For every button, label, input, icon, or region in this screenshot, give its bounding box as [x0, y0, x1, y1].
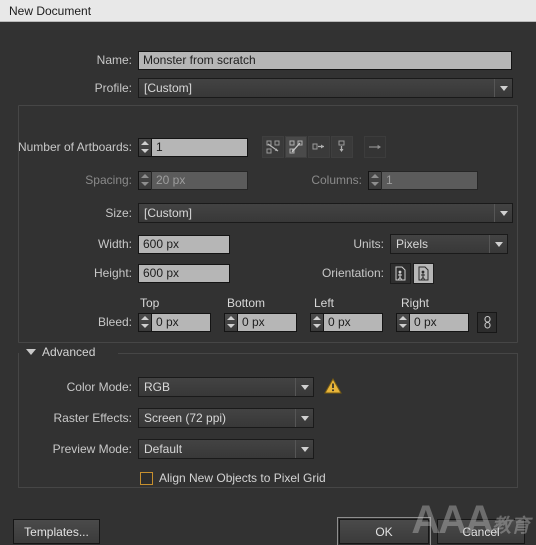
ok-button[interactable]: OK	[337, 517, 431, 545]
grid-by-row-icon[interactable]	[262, 136, 284, 158]
chevron-down-icon	[26, 349, 36, 355]
units-label: Units:	[353, 237, 384, 251]
window-title: New Document	[9, 3, 92, 18]
preview-mode-label: Preview Mode:	[52, 442, 132, 456]
profile-value: [Custom]	[144, 81, 193, 95]
bleed-bottom-label: Bottom	[227, 296, 266, 310]
columns-stepper: 1	[368, 170, 478, 190]
warning-triangle-icon	[324, 377, 342, 397]
profile-select[interactable]: [Custom]	[138, 78, 513, 98]
bleed-bottom-spinner[interactable]	[224, 312, 237, 332]
units-select[interactable]: Pixels	[390, 234, 508, 254]
chevron-down-icon	[295, 409, 313, 427]
bleed-right-label: Right	[401, 296, 430, 310]
spacing-row: Spacing: 20 px Columns: 1	[0, 167, 478, 193]
columns-input: 1	[381, 170, 478, 190]
units-value: Pixels	[396, 237, 429, 251]
name-row: Name: Monster from scratch	[0, 47, 512, 73]
bleed-top-spinner[interactable]	[138, 312, 151, 332]
bleed-top-label: Top	[140, 296, 160, 310]
orientation-landscape-icon[interactable]	[413, 262, 434, 284]
chevron-down-icon	[494, 79, 512, 97]
name-label: Name:	[96, 53, 132, 67]
bleed-top-input[interactable]: 0 px	[151, 312, 211, 332]
align-pixel-grid-row[interactable]: Align New Objects to Pixel Grid	[140, 465, 326, 491]
new-document-dialog: Name: Monster from scratch Profile: [Cus…	[0, 22, 536, 545]
artboards-row: Number of Artboards: 1	[0, 134, 386, 160]
templates-button[interactable]: Templates...	[13, 519, 100, 544]
artboards-label: Number of Artboards:	[17, 140, 132, 154]
bleed-left-stepper[interactable]: 0 px	[310, 312, 383, 332]
orientation-portrait-icon[interactable]	[390, 262, 411, 284]
bleed-bottom-stepper[interactable]: 0 px	[224, 312, 297, 332]
bleed-right-stepper[interactable]: 0 px	[396, 312, 469, 332]
size-row: Size: [Custom]	[0, 200, 513, 226]
advanced-rule	[118, 353, 518, 354]
bleed-row: Bleed: 0 px 0 px 0 px 0 px	[0, 309, 497, 335]
size-value: [Custom]	[144, 206, 193, 220]
size-label: Size:	[105, 206, 132, 220]
height-row: Height: 600 px Orientation:	[0, 260, 434, 286]
advanced-header-label: Advanced	[42, 345, 96, 359]
height-input[interactable]: 600 px	[138, 263, 230, 283]
align-pixel-grid-label: Align New Objects to Pixel Grid	[159, 471, 326, 485]
advanced-disclosure[interactable]: Advanced	[26, 345, 95, 359]
profile-label: Profile:	[94, 81, 132, 95]
left-to-right-icon[interactable]	[364, 136, 386, 158]
bleed-right-spinner[interactable]	[396, 312, 409, 332]
preview-mode-select[interactable]: Default	[138, 439, 314, 459]
arrange-by-row-icon[interactable]	[308, 136, 330, 158]
spacing-stepper: 20 px	[138, 170, 248, 190]
artboards-stepper[interactable]: 1	[138, 137, 248, 157]
bleed-top-stepper[interactable]: 0 px	[138, 312, 211, 332]
color-mode-select[interactable]: RGB	[138, 377, 314, 397]
preview-mode-row: Preview Mode: Default	[0, 436, 314, 462]
height-label: Height:	[93, 266, 132, 280]
orientation-label: Orientation:	[321, 266, 384, 280]
artboards-spinner[interactable]	[138, 137, 151, 157]
columns-spinner	[368, 170, 381, 190]
chevron-down-icon	[494, 204, 512, 222]
preview-mode-value: Default	[144, 442, 183, 456]
artboards-input[interactable]: 1	[151, 137, 248, 157]
profile-row: Profile: [Custom]	[0, 75, 513, 101]
cancel-button[interactable]: Cancel	[437, 519, 525, 544]
width-label: Width:	[97, 237, 132, 251]
window-titlebar: New Document	[0, 0, 536, 22]
orientation-group	[390, 262, 434, 284]
align-pixel-grid-checkbox[interactable]	[140, 471, 153, 485]
chevron-down-icon	[489, 235, 507, 253]
columns-label: Columns:	[311, 173, 362, 187]
bleed-left-input[interactable]: 0 px	[323, 312, 383, 332]
width-input[interactable]: 600 px	[138, 234, 230, 254]
raster-effects-select[interactable]: Screen (72 ppi)	[138, 408, 314, 428]
color-mode-value: RGB	[144, 380, 171, 394]
grid-by-column-icon[interactable]	[285, 136, 307, 158]
raster-effects-label: Raster Effects:	[53, 411, 132, 425]
raster-effects-row: Raster Effects: Screen (72 ppi)	[0, 405, 314, 431]
size-select[interactable]: [Custom]	[138, 203, 513, 223]
bleed-bottom-input[interactable]: 0 px	[237, 312, 297, 332]
artboard-arrange-group	[262, 136, 386, 158]
spacing-label: Spacing:	[85, 173, 132, 187]
bleed-left-spinner[interactable]	[310, 312, 323, 332]
name-input[interactable]: Monster from scratch	[138, 50, 512, 70]
arrange-by-column-icon[interactable]	[331, 136, 353, 158]
bleed-left-label: Left	[314, 296, 335, 310]
chevron-down-icon	[295, 378, 313, 396]
width-row: Width: 600 px Units: Pixels	[0, 231, 508, 257]
chevron-down-icon	[295, 440, 313, 458]
spacing-spinner	[138, 170, 151, 190]
raster-effects-value: Screen (72 ppi)	[144, 411, 227, 425]
bleed-right-input[interactable]: 0 px	[409, 312, 469, 332]
spacing-input: 20 px	[151, 170, 248, 190]
color-mode-row: Color Mode: RGB	[0, 374, 342, 400]
bleed-link-icon[interactable]	[477, 311, 497, 333]
color-mode-label: Color Mode:	[66, 380, 132, 394]
bleed-label: Bleed:	[97, 315, 132, 329]
